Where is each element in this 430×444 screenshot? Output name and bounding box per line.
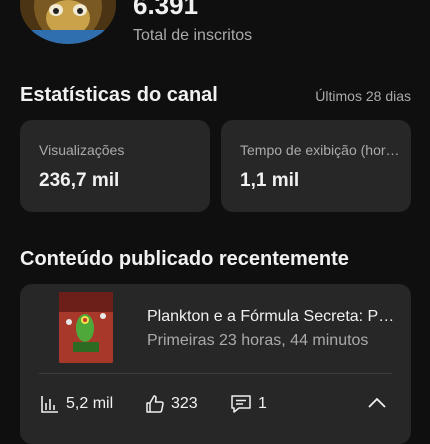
views-stat-card[interactable]: Visualizações 236,7 mil (20, 120, 210, 212)
thumbs-up-icon (146, 395, 164, 413)
video-title[interactable]: Plankton e a Fórmula Secreta: Plankton e… (147, 308, 397, 326)
stats-section-title: Estatísticas do canal (20, 84, 218, 106)
views-stat-label: Visualizações (39, 142, 125, 158)
watch-time-stat-value: 1,1 mil (240, 170, 300, 191)
video-likes-metric: 323 (145, 394, 198, 414)
divider (39, 373, 392, 374)
recent-content-title: Conteúdo publicado recentemente (20, 248, 349, 270)
subscriber-count: 6.391 (133, 0, 199, 20)
views-stat-value: 236,7 mil (39, 170, 120, 191)
collapse-button[interactable] (364, 392, 390, 414)
watch-time-stat-card[interactable]: Tempo de exibição (horas) 1,1 mil (221, 120, 411, 212)
comment-icon (231, 395, 251, 413)
thumbnail-image (59, 292, 113, 363)
watch-time-stat-label: Tempo de exibição (horas) (240, 142, 400, 158)
recent-video-card[interactable]: Plankton e a Fórmula Secreta: Plankton e… (20, 284, 411, 444)
video-views-value: 5,2 mil (66, 395, 114, 412)
stats-period: Últimos 28 dias (315, 88, 411, 104)
video-meta: Primeiras 23 horas, 44 minutos (147, 332, 369, 349)
chevron-up-icon (368, 397, 386, 408)
subscriber-label: Total de inscritos (133, 27, 253, 44)
bar-chart-icon (41, 396, 58, 413)
video-views-metric: 5,2 mil (40, 394, 113, 414)
video-comments-value: 1 (258, 395, 267, 412)
video-thumbnail[interactable] (59, 292, 113, 363)
channel-avatar[interactable] (20, 0, 116, 44)
video-comments-metric: 1 (230, 394, 267, 414)
video-likes-value: 323 (171, 395, 198, 412)
avatar-image (20, 0, 116, 44)
